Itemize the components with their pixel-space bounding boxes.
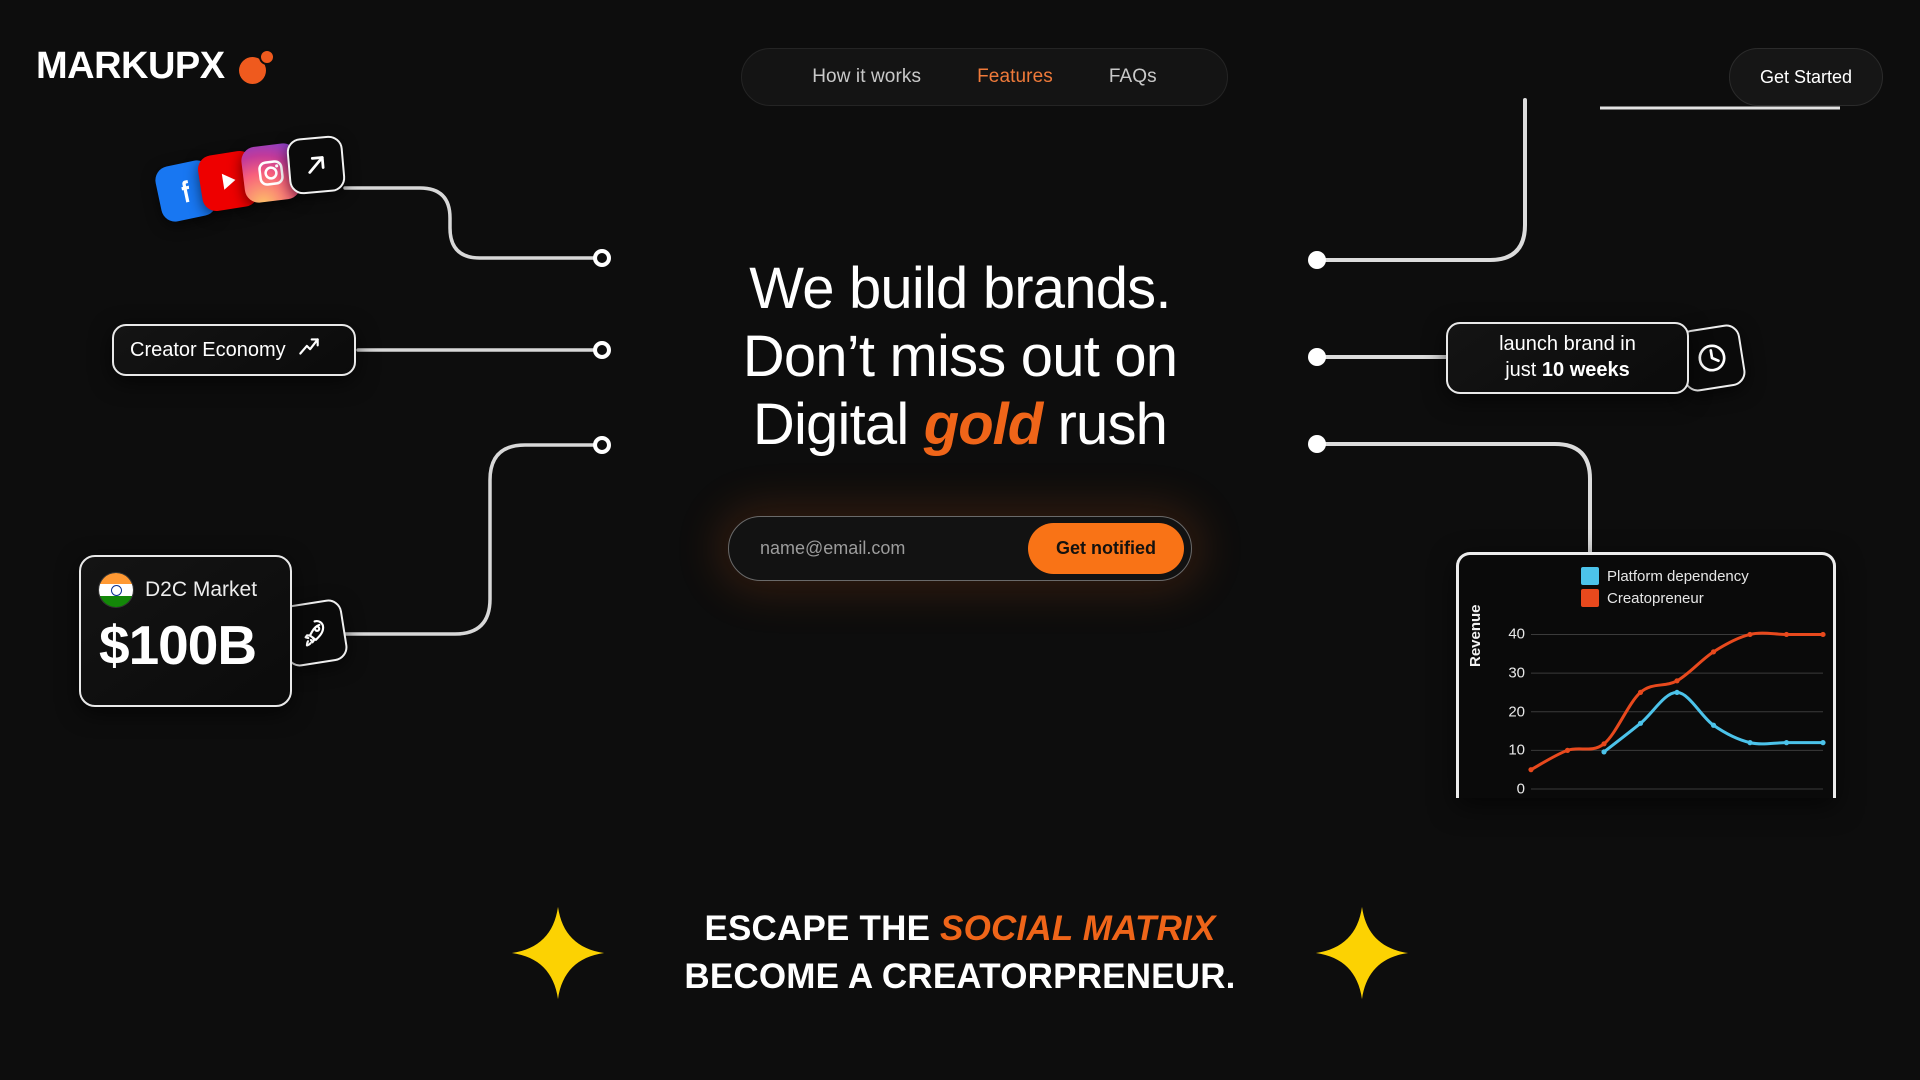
brand-logo-mark: [238, 49, 275, 84]
nav-item-faqs[interactable]: FAQs: [1109, 66, 1157, 88]
revenue-chart-card: Platform dependency Creatopreneur Revenu…: [1456, 552, 1836, 798]
four-point-star-icon: [1315, 906, 1408, 1000]
d2c-market-label: D2C Market: [145, 578, 258, 601]
launch-brand-card: launch brand in just 10 weeks: [1446, 322, 1689, 394]
site-header: MARKUPX How it works Features FAQs Get S…: [0, 0, 1920, 120]
d2c-market-card: D2C Market $100B: [79, 555, 292, 707]
get-notified-button[interactable]: Get notified: [1028, 522, 1184, 574]
chart-plot-area: [1528, 631, 1826, 790]
headline-line-3-suffix: rush: [1042, 391, 1168, 457]
bottom-banner: ESCAPE THE SOCIAL MATRIX BECOME A CREATO…: [0, 905, 1920, 1001]
brand-logo[interactable]: MARKUPX: [36, 45, 275, 87]
banner-line-1: ESCAPE THE SOCIAL MATRIX: [684, 905, 1235, 953]
d2c-card-header: D2C Market: [99, 573, 272, 607]
arrow-up-right-icon: [285, 134, 347, 196]
email-signup-form: Get notified: [728, 515, 1192, 581]
banner-accent-social-matrix: SOCIAL MATRIX: [940, 909, 1216, 949]
launch-brand-duration: 10 weeks: [1541, 359, 1630, 381]
headline-accent-gold: gold: [923, 391, 1043, 457]
brand-logo-text: MARKUPX: [36, 45, 225, 87]
banner-text: ESCAPE THE SOCIAL MATRIX BECOME A CREATO…: [684, 905, 1235, 1001]
banner-line-2: BECOME A CREATORPRENEUR.: [684, 957, 1236, 996]
page-root: MARKUPX How it works Features FAQs Get S…: [0, 0, 1920, 1080]
headline-line-3-prefix: Digital: [752, 391, 924, 457]
headline-line-1: We build brands.: [749, 256, 1171, 321]
nav-item-features[interactable]: Features: [977, 66, 1053, 88]
trending-up-icon: [296, 334, 322, 366]
hero-section: We build brands. Don’t miss out on Digit…: [640, 255, 1280, 581]
main-navigation: How it works Features FAQs: [741, 48, 1228, 106]
four-point-star-icon: [512, 906, 605, 1000]
d2c-market-value: $100B: [99, 614, 257, 676]
creator-economy-label: Creator Economy: [130, 338, 286, 361]
launch-brand-line1: launch brand in: [1499, 333, 1636, 356]
email-input[interactable]: [729, 516, 1028, 580]
get-started-button[interactable]: Get Started: [1728, 48, 1883, 106]
india-flag-icon: [99, 573, 133, 607]
banner-line-1-prefix: ESCAPE THE: [704, 909, 941, 949]
logo-dot-small: [258, 49, 275, 65]
headline-line-2: Don’t miss out on: [742, 323, 1178, 389]
creator-economy-card: Creator Economy: [112, 324, 356, 376]
page-title: We build brands. Don’t miss out on Digit…: [640, 255, 1280, 459]
social-platform-stack: [152, 134, 378, 227]
launch-brand-line2-prefix: just: [1505, 359, 1542, 381]
launch-brand-line2: just 10 weeks: [1505, 358, 1630, 384]
nav-item-how-it-works[interactable]: How it works: [812, 66, 921, 88]
